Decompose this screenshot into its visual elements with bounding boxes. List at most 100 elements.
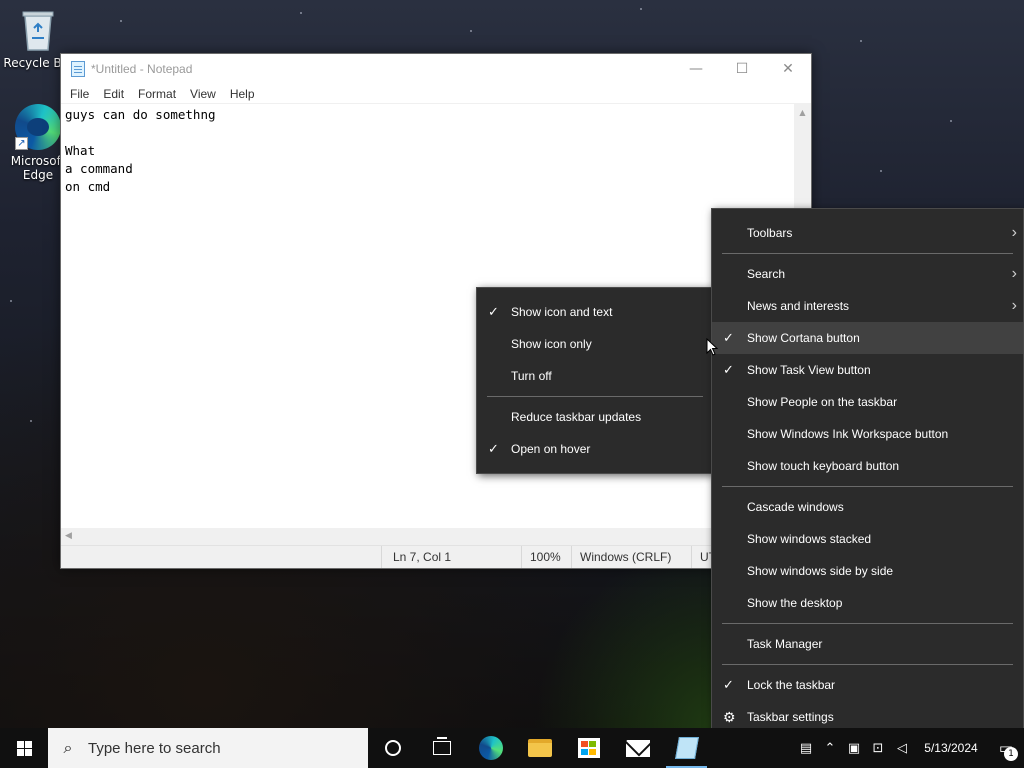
menu-file[interactable]: File (63, 87, 96, 101)
horizontal-scrollbar[interactable]: ◀ (61, 528, 811, 545)
submenu-item-show-icon-only[interactable]: Show icon only (477, 328, 713, 360)
start-button[interactable] (0, 728, 48, 768)
menu-item-label: Search (747, 267, 786, 281)
date-label: 5/13/2024 (924, 740, 978, 755)
submenu-item-show-icon-and-text[interactable]: ✓ Show icon and text (477, 296, 713, 328)
scroll-left-icon[interactable]: ◀ (65, 528, 72, 545)
taskbar-store[interactable] (564, 728, 613, 768)
taskbar-context-menu: Toolbars › Search › News and interests ›… (711, 208, 1024, 742)
menu-item-label: Show People on the taskbar (747, 395, 898, 409)
store-icon (577, 738, 600, 758)
file-explorer-icon (527, 739, 552, 757)
shortcut-arrow-icon: ↗ (15, 137, 28, 150)
menu-item-cascade-windows[interactable]: Cascade windows (712, 491, 1023, 523)
volume-muted-icon[interactable]: ◁ (890, 741, 914, 756)
notepad-icon (71, 61, 85, 77)
desktop-icon-label: Microsoft Edge (10, 154, 66, 182)
menu-item-show-task-view-button[interactable]: ✓ Show Task View button (712, 354, 1023, 386)
news-interests-submenu: ✓ Show icon and text Show icon only Turn… (476, 287, 714, 474)
taskbar-edge[interactable] (466, 728, 515, 768)
notepad-menubar: File Edit Format View Help (61, 84, 811, 104)
checkmark-icon: ✓ (723, 330, 734, 345)
menu-item-show-the-desktop[interactable]: Show the desktop (712, 587, 1023, 619)
checkmark-icon: ✓ (723, 362, 734, 377)
menu-item-news-and-interests[interactable]: News and interests › (712, 290, 1023, 322)
menu-item-label: Reduce taskbar updates (511, 410, 642, 424)
maximize-button[interactable]: ☐ (719, 54, 765, 84)
cortana-button[interactable] (368, 728, 417, 768)
status-position: Ln 7, Col 1 (393, 550, 452, 564)
menu-item-label: Turn off (511, 369, 552, 383)
menu-item-toolbars[interactable]: Toolbars › (712, 217, 1023, 249)
menu-separator (722, 253, 1013, 254)
menu-separator (487, 396, 703, 397)
chevron-right-icon: › (1011, 265, 1017, 282)
menu-item-show-windows-stacked[interactable]: Show windows stacked (712, 523, 1023, 555)
menu-item-label: Show icon only (511, 337, 592, 351)
mouse-pointer-icon (706, 338, 718, 356)
menu-format[interactable]: Format (131, 87, 183, 101)
network-icon[interactable]: ⊡ (866, 741, 890, 756)
mail-icon (625, 739, 650, 757)
task-view-icon (432, 737, 451, 755)
menu-separator (722, 486, 1013, 487)
menu-item-label: Toolbars (747, 226, 793, 240)
minimize-button[interactable]: — (673, 54, 719, 84)
submenu-item-open-on-hover[interactable]: ✓ Open on hover (477, 433, 713, 465)
menu-item-lock-the-taskbar[interactable]: ✓ Lock the taskbar (712, 669, 1023, 701)
recycle-bin-icon (22, 11, 54, 51)
meet-now-icon[interactable]: ▣ (842, 741, 866, 756)
taskbar-mail[interactable] (613, 728, 662, 768)
scroll-up-icon[interactable]: ▲ (794, 104, 811, 121)
menu-item-label: Task Manager (747, 637, 823, 651)
menu-item-label: Lock the taskbar (747, 678, 836, 692)
status-zoom: 100% (530, 550, 561, 564)
menu-separator (722, 623, 1013, 624)
taskbar-file-explorer[interactable] (515, 728, 564, 768)
taskbar-notepad[interactable] (662, 728, 711, 768)
menu-help[interactable]: Help (223, 87, 262, 101)
chevron-right-icon: › (1011, 297, 1017, 314)
checkmark-icon: ✓ (488, 441, 499, 456)
menu-item-label: Cascade windows (747, 500, 844, 514)
task-view-button[interactable] (417, 728, 466, 768)
menu-item-label: Show Task View button (747, 363, 871, 377)
clock[interactable]: 5/13/2024 (914, 741, 988, 756)
search-icon: ⌕ (63, 738, 73, 757)
checkmark-icon: ✓ (723, 677, 734, 692)
notepad-titlebar[interactable]: *Untitled - Notepad — ☐ ✕ (61, 54, 811, 84)
menu-view[interactable]: View (183, 87, 223, 101)
menu-item-label: Show the desktop (747, 596, 843, 610)
menu-item-task-manager[interactable]: Task Manager (712, 628, 1023, 660)
taskbar-search-box[interactable]: ⌕ Type here to search (48, 728, 368, 768)
checkmark-icon: ✓ (488, 304, 499, 319)
menu-item-show-people[interactable]: Show People on the taskbar (712, 386, 1023, 418)
taskbar[interactable]: ⌕ Type here to search ▤ ⌃ ▣ ⊡ ◁ 5/13/202… (0, 728, 1024, 768)
menu-item-show-windows-side-by-side[interactable]: Show windows side by side (712, 555, 1023, 587)
close-button[interactable]: ✕ (765, 54, 811, 84)
edge-icon (478, 736, 503, 760)
news-widget-icon[interactable]: ▤ (794, 741, 818, 756)
chevron-right-icon: › (1011, 224, 1017, 241)
edge-icon: ↗ (15, 104, 61, 150)
system-tray: ▤ ⌃ ▣ ⊡ ◁ 5/13/2024 ▭ 1 (794, 728, 1024, 768)
submenu-item-turn-off[interactable]: Turn off (477, 360, 713, 392)
menu-item-label: Show icon and text (511, 305, 613, 319)
notepad-icon (674, 737, 699, 759)
menu-item-search[interactable]: Search › (712, 258, 1023, 290)
status-line-ending: Windows (CRLF) (580, 550, 672, 564)
window-title: *Untitled - Notepad (91, 62, 193, 76)
submenu-item-reduce-taskbar-updates[interactable]: Reduce taskbar updates (477, 401, 713, 433)
notification-badge: 1 (1004, 747, 1018, 761)
chevron-up-icon[interactable]: ⌃ (818, 741, 842, 756)
menu-item-show-touch-keyboard[interactable]: Show touch keyboard button (712, 450, 1023, 482)
menu-item-label: Show Cortana button (747, 331, 860, 345)
menu-item-show-cortana-button[interactable]: ✓ Show Cortana button (712, 322, 1023, 354)
cortana-icon (384, 740, 401, 756)
menu-edit[interactable]: Edit (96, 87, 131, 101)
menu-item-show-windows-ink[interactable]: Show Windows Ink Workspace button (712, 418, 1023, 450)
action-center-button[interactable]: ▭ 1 (988, 739, 1024, 761)
search-placeholder: Type here to search (88, 739, 221, 757)
status-bar: Ln 7, Col 1 100% Windows (CRLF) UTF-8 (61, 545, 811, 568)
menu-item-label: News and interests (747, 299, 850, 313)
